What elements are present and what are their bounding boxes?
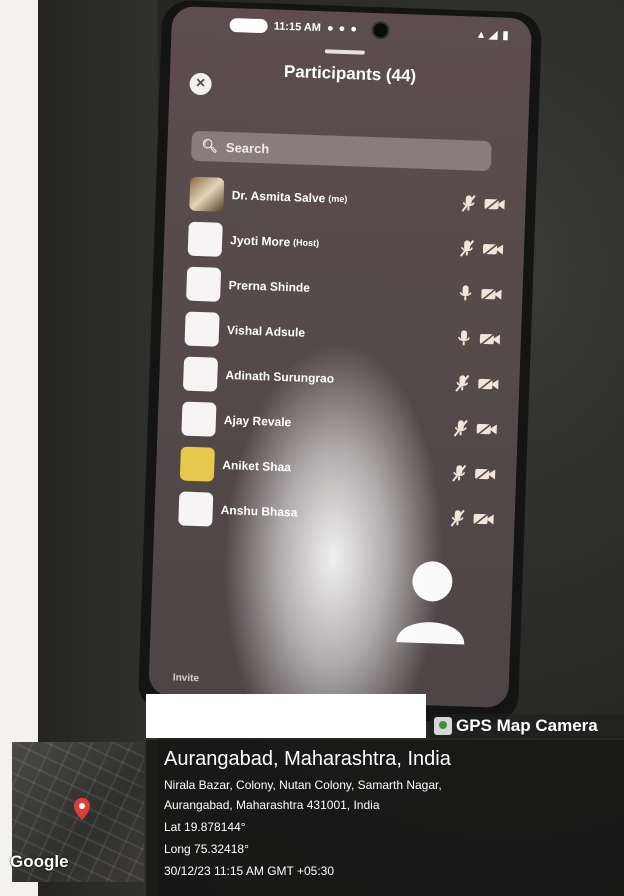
avatar [184, 311, 220, 347]
self-view-avatar-icon [396, 561, 465, 645]
gps-address-line2: Aurangabad, Maharashtra 431001, India [164, 798, 380, 812]
participant-controls [457, 329, 502, 349]
search-icon: 🔍︎ [201, 138, 219, 154]
status-pill [229, 17, 268, 34]
self-view-body [396, 622, 465, 645]
notification-icons: ● ● ● [326, 22, 359, 36]
participant-controls [458, 284, 503, 304]
gps-latitude: Lat 19.878144° [164, 820, 246, 834]
map-credit: Google [10, 852, 69, 871]
mic-muted-icon[interactable] [453, 419, 468, 437]
avatar [182, 356, 219, 392]
participant-name: Anshu Bhasa [220, 502, 298, 520]
avatar [178, 490, 214, 527]
participant-name: Adinath Surungrao [225, 367, 335, 386]
mic-muted-icon[interactable] [455, 374, 470, 392]
mic-muted-icon[interactable] [460, 239, 475, 257]
gps-brand-label: GPS Map Camera [430, 714, 624, 738]
participant-name: Prerna Shinde [228, 277, 311, 295]
video-off-icon[interactable] [480, 286, 502, 301]
video-off-icon[interactable] [476, 421, 498, 436]
phone-device: 11:15 AM ● ● ● ▴ ◢ ▮ × Participants (44)… [137, 0, 543, 725]
mic-muted-icon[interactable] [461, 194, 476, 212]
search-placeholder: Search [225, 139, 270, 156]
participant-list: Dr. Asmita Salve (me) Jyoti More (Host) Prer… [154, 170, 526, 542]
video-off-icon[interactable] [483, 196, 505, 211]
participant-name: Vishal Adsule [226, 322, 306, 340]
map-pin-icon [74, 798, 90, 820]
participant-role-tag: (Host) [293, 236, 320, 248]
participant-name: Ajay Revale [223, 412, 292, 429]
video-off-icon[interactable] [482, 241, 504, 256]
gps-brand-text: GPS Map Camera [456, 716, 598, 735]
mic-muted-icon[interactable] [452, 463, 467, 482]
video-off-icon[interactable] [472, 511, 494, 526]
search-input[interactable]: 🔍︎ Search [190, 130, 492, 172]
self-view-head [412, 561, 453, 602]
avatar [181, 401, 217, 437]
video-off-icon[interactable] [477, 376, 499, 391]
participant-name: Aniket Shaa [222, 457, 292, 474]
avatar [189, 176, 225, 212]
status-bar: 11:15 AM ● ● ● ▴ ◢ ▮ [171, 12, 532, 47]
video-off-icon[interactable] [474, 466, 496, 481]
gps-datetime: 30/12/23 11:15 AM GMT +05:30 [164, 864, 335, 878]
participant-controls [452, 463, 497, 483]
page-title: Participants (44) [283, 61, 417, 86]
gps-address-line1: Nirala Bazar, Colony, Nutan Colony, Sama… [164, 778, 442, 792]
avatar [179, 446, 215, 482]
watermark-white-band [146, 694, 426, 738]
mic-muted-icon[interactable] [450, 508, 465, 527]
status-time: 11:15 AM [273, 20, 322, 35]
avatar [186, 266, 222, 302]
participant-controls [460, 239, 505, 259]
video-off-icon[interactable] [479, 331, 501, 346]
gps-camera-icon [434, 717, 452, 735]
participant-controls [450, 508, 495, 528]
mic-icon[interactable] [457, 329, 472, 347]
participant-role-tag: (me) [328, 192, 348, 204]
participant-name: Dr. Asmita Salve [231, 187, 326, 205]
participant-controls [453, 419, 498, 439]
participant-controls [461, 194, 506, 214]
front-camera [371, 20, 391, 40]
drag-handle[interactable] [324, 49, 365, 55]
invite-button[interactable]: Invite [173, 672, 199, 684]
gps-longitude: Long 75.32418° [164, 842, 249, 856]
avatar [187, 221, 223, 257]
phone-screen: 11:15 AM ● ● ● ▴ ◢ ▮ × Participants (44)… [148, 5, 533, 709]
participant-controls [455, 374, 500, 394]
signal-battery-icons: ▴ ◢ ▮ [478, 28, 510, 42]
participant-name: Jyoti More [229, 232, 291, 249]
mic-icon[interactable] [458, 284, 473, 302]
gps-city: Aurangabad, Maharashtra, India [164, 748, 451, 770]
